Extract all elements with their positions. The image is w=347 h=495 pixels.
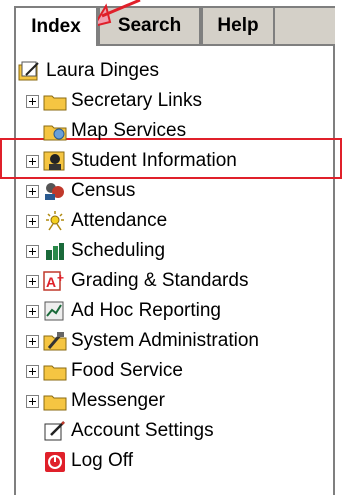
expand-icon[interactable] xyxy=(26,184,39,198)
expand-icon[interactable] xyxy=(26,364,39,378)
folder-icon xyxy=(43,90,67,112)
tree-item-map-services[interactable]: Map Services xyxy=(43,116,186,146)
tree-item-log-off[interactable]: Log Off xyxy=(43,446,133,476)
expand-icon[interactable] xyxy=(26,394,39,408)
census-icon xyxy=(43,180,67,202)
tree-item-ad-hoc-reporting[interactable]: Ad Hoc Reporting xyxy=(26,296,221,326)
tree-item-attendance[interactable]: Attendance xyxy=(26,206,167,236)
grading-icon: A + xyxy=(43,270,67,292)
tree-item-label: Secretary Links xyxy=(71,90,202,111)
expand-icon[interactable] xyxy=(26,214,39,228)
expand-icon[interactable] xyxy=(26,304,39,318)
annotation-arrow xyxy=(92,0,141,28)
tree-item-system-administration[interactable]: System Administration xyxy=(26,326,259,356)
expand-icon[interactable] xyxy=(26,244,39,258)
expand-icon[interactable] xyxy=(26,94,39,108)
admin-tools-icon xyxy=(43,330,67,352)
expand-icon[interactable] xyxy=(26,154,39,168)
scheduling-icon xyxy=(43,240,67,262)
tree-item-label: Census xyxy=(71,180,136,201)
tree-item-label: Map Services xyxy=(71,120,187,141)
tree-item-label: Messenger xyxy=(71,390,165,411)
tab-index-label: Index xyxy=(31,16,81,37)
tab-help-label: Help xyxy=(217,15,259,36)
power-icon xyxy=(43,450,67,472)
tree-root-laura-dinges[interactable]: Laura Dinges xyxy=(18,56,159,86)
tab-index[interactable]: Index xyxy=(14,6,98,46)
tree-item-food-service[interactable]: Food Service xyxy=(26,356,183,386)
svg-text:A: A xyxy=(46,274,56,290)
report-icon xyxy=(43,300,67,322)
tree-item-scheduling[interactable]: Scheduling xyxy=(26,236,165,266)
folder-icon xyxy=(43,360,67,382)
tree-item-label: Attendance xyxy=(71,210,168,231)
tree-item-messenger[interactable]: Messenger xyxy=(26,386,165,416)
student-icon xyxy=(43,150,67,172)
tree-item-account-settings[interactable]: Account Settings xyxy=(43,416,214,446)
tree-item-label: Scheduling xyxy=(71,240,166,261)
tab-bar: Index Search Help xyxy=(0,0,347,46)
svg-text:+: + xyxy=(57,271,64,285)
tab-help[interactable]: Help xyxy=(201,6,275,44)
edit-folder-icon xyxy=(18,60,42,82)
folder-icon xyxy=(43,390,67,412)
tree-item-label: System Administration xyxy=(71,330,259,351)
tree-item-secretary-links[interactable]: Secretary Links xyxy=(26,86,202,116)
tree-item-census[interactable]: Census xyxy=(26,176,135,206)
expand-icon[interactable] xyxy=(26,334,39,348)
settings-pencil-icon xyxy=(43,420,67,442)
tree-item-label: Ad Hoc Reporting xyxy=(71,300,221,321)
attendance-icon xyxy=(43,210,67,232)
tree-item-label: Student Information xyxy=(71,150,237,171)
expand-icon[interactable] xyxy=(26,274,39,288)
tree-item-label: Account Settings xyxy=(71,420,214,441)
map-folder-icon xyxy=(43,120,67,142)
tree-item-label: Grading & Standards xyxy=(71,270,249,291)
tree-item-label: Log Off xyxy=(71,450,133,471)
tree-item-student-information[interactable]: Student Information xyxy=(26,146,237,176)
tree-item-label: Food Service xyxy=(71,360,183,381)
tree-item-grading-standards[interactable]: A + Grading & Standards xyxy=(26,266,248,296)
tree-root-label: Laura Dinges xyxy=(46,60,160,81)
tab-filler xyxy=(275,6,335,44)
